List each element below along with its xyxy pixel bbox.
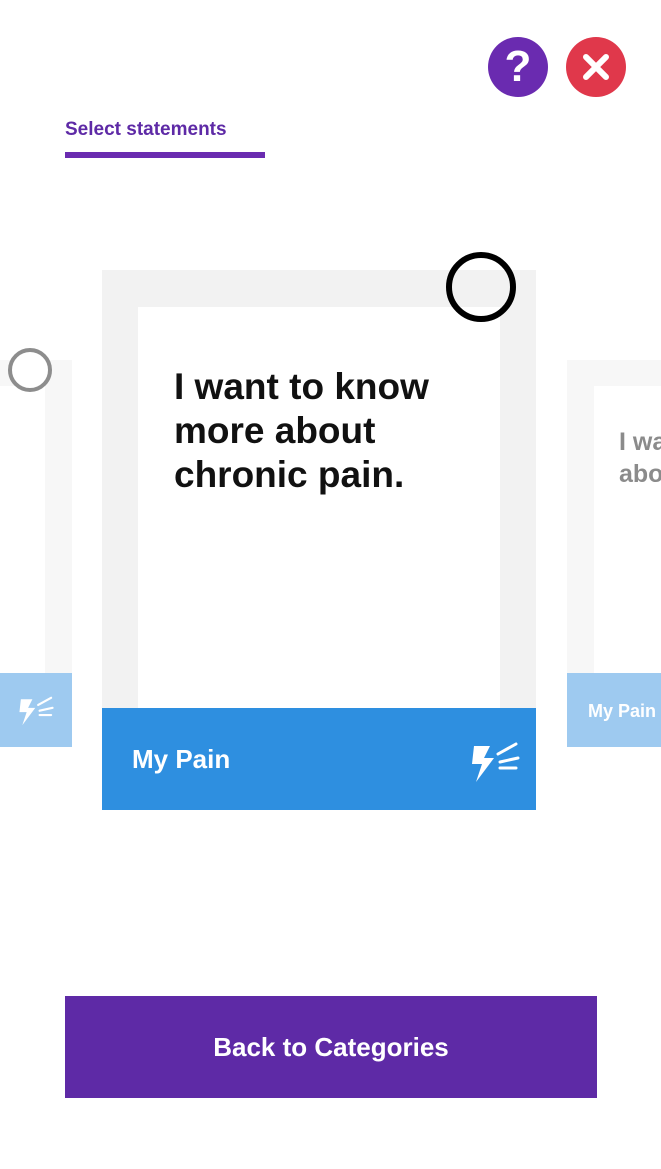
card-left-body: [0, 386, 45, 673]
lightning-icon: [19, 696, 54, 726]
help-button[interactable]: ?: [488, 37, 548, 97]
card-main-footer: My Pain: [102, 708, 536, 810]
tab-active-indicator: [65, 152, 265, 158]
card-left-select-toggle[interactable]: [8, 348, 52, 392]
lightning-icon: [472, 742, 520, 782]
close-icon: [583, 54, 609, 80]
card-right-footer: My Pain: [567, 673, 661, 747]
card-right-body: I want to know more about chronic pain.: [594, 386, 661, 673]
card-right-category: My Pain: [588, 701, 657, 721]
card-main-select-toggle[interactable]: [446, 252, 516, 322]
back-to-categories-button[interactable]: Back to Categories: [65, 996, 597, 1098]
card-main-category: My Pain: [132, 744, 231, 774]
tab-select-statements[interactable]: Select statements: [65, 119, 227, 141]
card-main-statement: I want to know more about chronic pain.: [174, 366, 429, 495]
back-to-categories-label: Back to Categories: [213, 1031, 449, 1062]
close-button[interactable]: [566, 37, 626, 97]
help-icon: ?: [504, 42, 532, 91]
card-left-footer: [0, 673, 72, 747]
card-right-statement: I want to know more about chronic pain.: [619, 428, 661, 488]
